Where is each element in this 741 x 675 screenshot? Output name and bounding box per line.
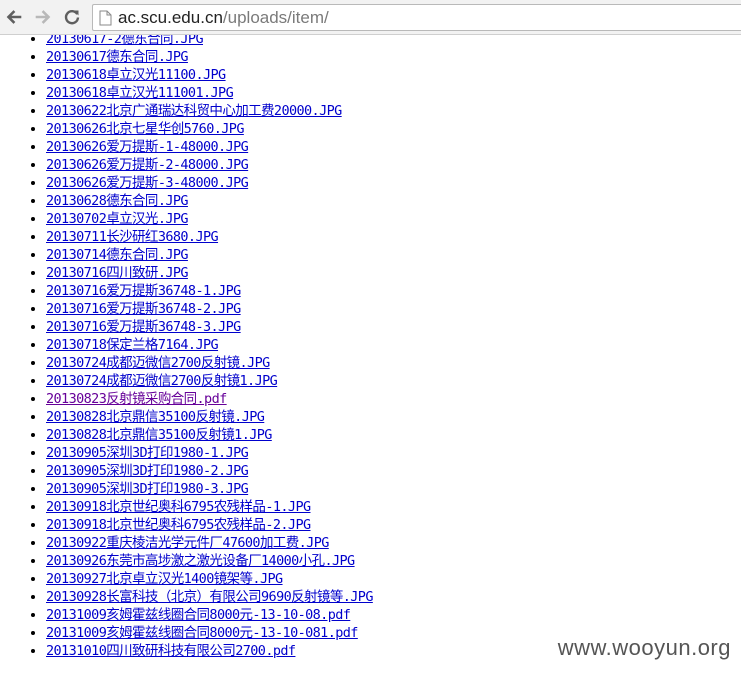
file-link[interactable]: 20130718保定兰格7164.JPG [46,337,219,353]
file-link[interactable]: 20130905深圳3D打印1980-1.JPG [46,445,249,461]
file-link[interactable]: 20130828北京鼎信35100反射镜1.JPG [46,427,272,443]
list-item: 20130922重庆棱洁光学元件厂47600加工费.JPG [46,534,741,552]
page-content: 20130617-2德东合同.JPG 20130617德东合同.JPG 201306… [0,35,741,675]
file-link[interactable]: 20130926东莞市高埗激之激光设备厂14000小孔.JPG [46,553,355,569]
file-link[interactable]: 20130716爱万提斯36748-3.JPG [46,319,241,335]
file-link[interactable]: 20131009亥姆霍兹线圈合同8000元-13-10-081.pdf [46,625,358,641]
list-item: 20130918北京世纪奥科6795农残样品-2.JPG [46,516,741,534]
list-item: 20130626北京七星华创5760.JPG [46,120,741,138]
list-item: 20130918北京世纪奥科6795农残样品-1.JPG [46,498,741,516]
list-item: 20131009亥姆霍兹线圈合同8000元-13-10-08.pdf [46,606,741,624]
list-item: 20130905深圳3D打印1980-2.JPG [46,462,741,480]
list-item: 20130724成都迈微信2700反射镜.JPG [46,354,741,372]
file-link[interactable]: 20130828北京鼎信35100反射镜.JPG [46,409,265,425]
reload-icon [64,10,80,25]
file-link[interactable]: 20130626爱万提斯-2-48000.JPG [46,157,249,173]
list-item: 20130617德东合同.JPG [46,48,741,66]
file-link[interactable]: 20130622北京广通瑞达科贸中心加工费20000.JPG [46,103,342,119]
file-link[interactable]: 20130716爱万提斯36748-1.JPG [46,283,241,299]
file-link[interactable]: 20130618卓立汉光111001.JPG [46,85,234,101]
file-link[interactable]: 20130714德东合同.JPG [46,247,189,263]
file-link[interactable]: 20130618卓立汉光11100.JPG [46,67,226,83]
file-link[interactable]: 20130617德东合同.JPG [46,49,189,65]
file-list: 20130617-2德东合同.JPG 20130617德东合同.JPG 201306… [0,35,741,660]
url-host: ac.scu.edu.cn [118,8,223,27]
file-link[interactable]: 20130724成都迈微信2700反射镜.JPG [46,355,270,371]
watermark: www.wooyun.org [557,635,731,660]
reload-button[interactable] [60,5,84,29]
list-item: 20130724成都迈微信2700反射镜1.JPG [46,372,741,390]
list-item: 20130626爱万提斯-3-48000.JPG [46,174,741,192]
arrow-left-icon [6,10,22,24]
list-item: 20130618卓立汉光11100.JPG [46,66,741,84]
list-item: 20130626爱万提斯-2-48000.JPG [46,156,741,174]
list-item: 20130714德东合同.JPG [46,246,741,264]
list-item: 20130716四川致研.JPG [46,264,741,282]
file-link[interactable]: 20130724成都迈微信2700反射镜1.JPG [46,373,278,389]
file-link[interactable]: 20130905深圳3D打印1980-3.JPG [46,481,249,497]
list-item: 20130926东莞市高埗激之激光设备厂14000小孔.JPG [46,552,741,570]
list-item: 20130626爱万提斯-1-48000.JPG [46,138,741,156]
list-item: 20130716爱万提斯36748-3.JPG [46,318,741,336]
list-item: 20130828北京鼎信35100反射镜1.JPG [46,426,741,444]
address-bar[interactable]: ac.scu.edu.cn/uploads/item/ [92,4,741,31]
file-link[interactable]: 20130626爱万提斯-3-48000.JPG [46,175,249,191]
list-item: 20130927北京卓立汉光1400镜架等.JPG [46,570,741,588]
arrow-right-icon [35,10,51,24]
file-link[interactable]: 20130711长沙研红3680.JPG [46,229,219,245]
file-link[interactable]: 20130928长富科技（北京）有限公司9690反射镜等.JPG [46,589,373,605]
list-item: 20130823反射镜采购合同.pdf [46,390,741,408]
file-link[interactable]: 20131009亥姆霍兹线圈合同8000元-13-10-08.pdf [46,607,351,623]
file-link[interactable]: 20130617-2德东合同.JPG [46,35,204,47]
list-item: 20130716爱万提斯36748-2.JPG [46,300,741,318]
list-item: 20130718保定兰格7164.JPG [46,336,741,354]
file-link[interactable]: 20130716爱万提斯36748-2.JPG [46,301,241,317]
file-link[interactable]: 20130927北京卓立汉光1400镜架等.JPG [46,571,283,587]
list-item: 20130618卓立汉光111001.JPG [46,84,741,102]
file-link[interactable]: 20130918北京世纪奥科6795农残样品-1.JPG [46,499,311,515]
list-item: 20130711长沙研红3680.JPG [46,228,741,246]
file-link[interactable]: 20130626爱万提斯-1-48000.JPG [46,139,249,155]
file-link[interactable]: 20130922重庆棱洁光学元件厂47600加工费.JPG [46,535,329,551]
file-link[interactable]: 20130823反射镜采购合同.pdf [46,391,227,407]
browser-toolbar: ac.scu.edu.cn/uploads/item/ [0,0,741,35]
file-link[interactable]: 20130918北京世纪奥科6795农残样品-2.JPG [46,517,311,533]
forward-button[interactable] [31,5,55,29]
list-item: 20130702卓立汉光.JPG [46,210,741,228]
file-link[interactable]: 20130628德东合同.JPG [46,193,189,209]
file-link[interactable]: 20130716四川致研.JPG [46,265,189,281]
file-link[interactable]: 20130905深圳3D打印1980-2.JPG [46,463,249,479]
file-link[interactable]: 20130626北京七星华创5760.JPG [46,121,244,137]
page-icon [99,10,112,26]
list-item: 20130905深圳3D打印1980-3.JPG [46,480,741,498]
list-item: 20130716爱万提斯36748-1.JPG [46,282,741,300]
list-item: 20130905深圳3D打印1980-1.JPG [46,444,741,462]
list-item: 20130928长富科技（北京）有限公司9690反射镜等.JPG [46,588,741,606]
file-link[interactable]: 20131010四川致研科技有限公司2700.pdf [46,643,296,659]
url-text[interactable]: ac.scu.edu.cn/uploads/item/ [118,8,329,28]
list-item: 20130628德东合同.JPG [46,192,741,210]
list-item: 20130828北京鼎信35100反射镜.JPG [46,408,741,426]
url-path: /uploads/item/ [222,8,329,27]
list-item: 20130622北京广通瑞达科贸中心加工费20000.JPG [46,102,741,120]
list-item: 20130617-2德东合同.JPG [46,35,741,48]
back-button[interactable] [2,5,26,29]
file-link[interactable]: 20130702卓立汉光.JPG [46,211,189,227]
